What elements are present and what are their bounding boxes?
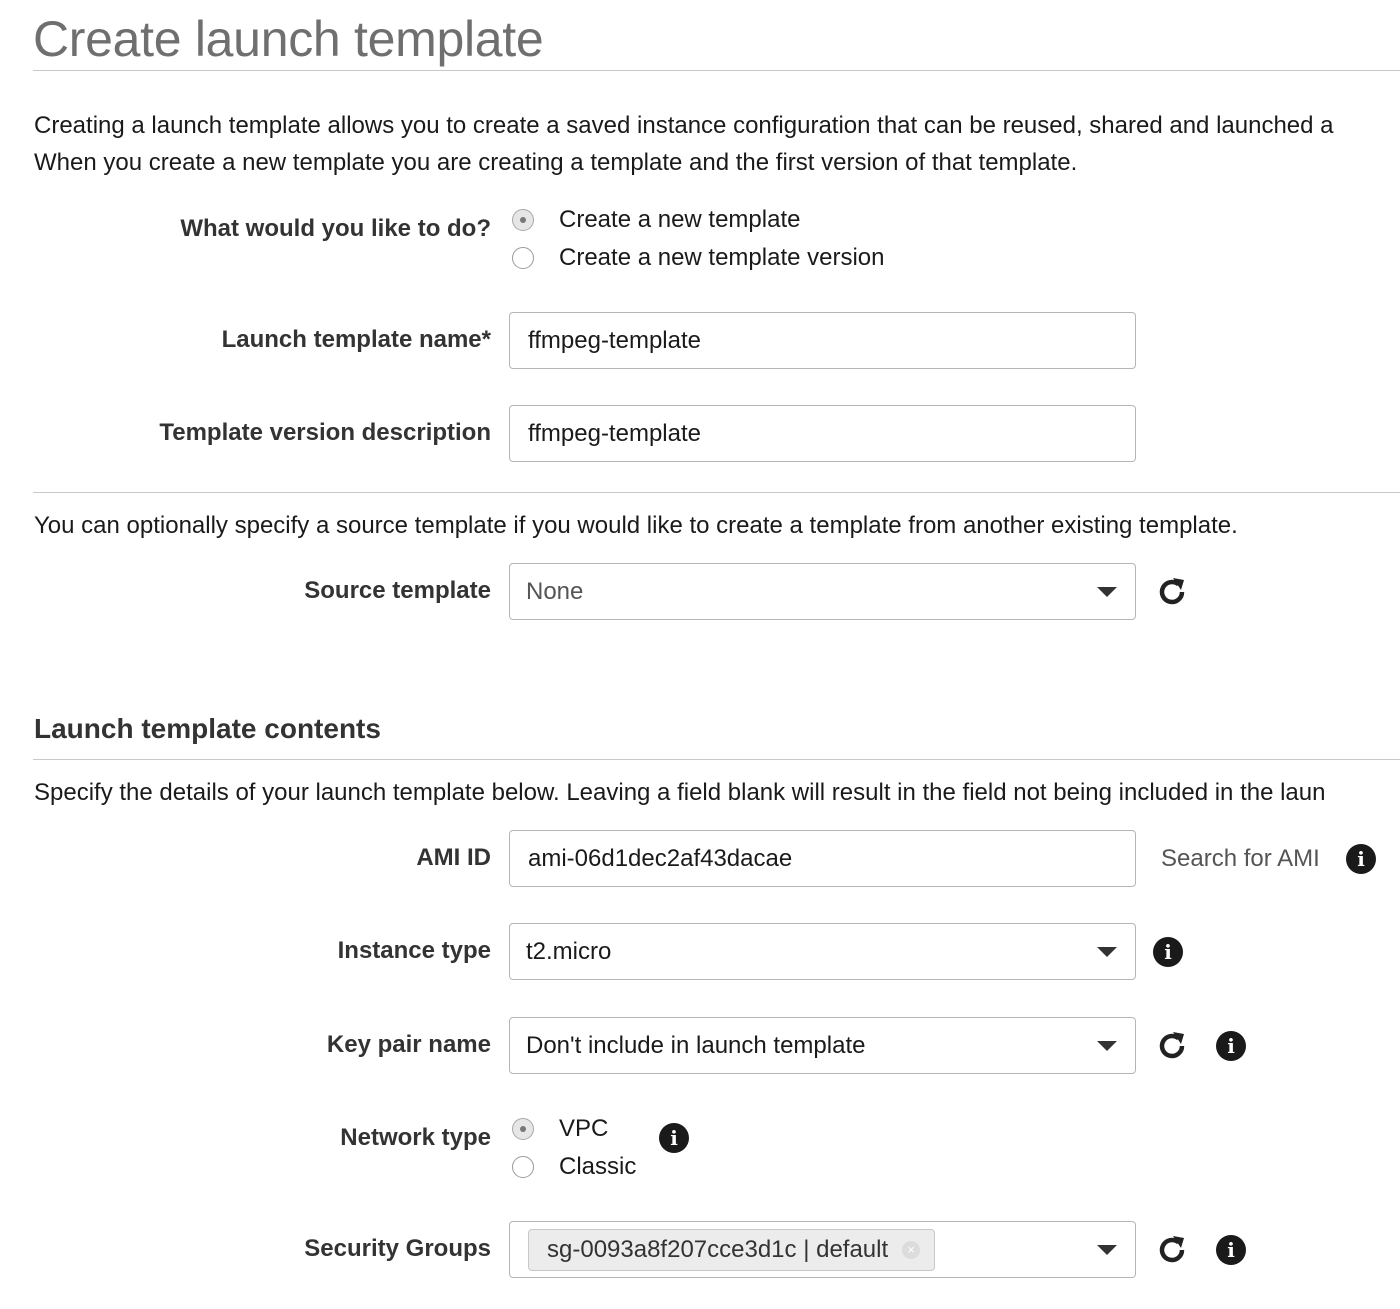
key-pair-value: Don't include in launch template (526, 1031, 866, 1059)
source-template-label: Source template (304, 577, 491, 604)
info-icon: i (659, 1123, 689, 1153)
ami-id-input[interactable]: ami-06d1dec2af43dacae (509, 830, 1136, 887)
info-icon: i (1346, 844, 1376, 874)
source-template-select[interactable]: None (509, 563, 1136, 620)
contents-divider (33, 759, 1400, 760)
radio-button[interactable] (512, 1156, 534, 1178)
template-name-value: ffmpeg-template (528, 326, 701, 354)
action-label: What would you like to do? (180, 215, 491, 242)
security-groups-token-area: sg-0093a8f207cce3d1c | default × (528, 1228, 1097, 1271)
contents-section-title: Launch template contents (34, 713, 381, 744)
security-group-token[interactable]: sg-0093a8f207cce3d1c | default × (528, 1228, 936, 1271)
refresh-key-pair-button[interactable] (1152, 1026, 1192, 1066)
key-pair-select[interactable]: Don't include in launch template (509, 1017, 1136, 1074)
chevron-down-icon (1097, 1040, 1117, 1051)
search-for-ami-link[interactable]: Search for AMI (1161, 845, 1320, 873)
instance-type-value: t2.micro (526, 937, 612, 965)
template-name-label: Launch template name* (221, 326, 491, 353)
ami-id-label: AMI ID (416, 844, 491, 871)
radio-button-checked[interactable] (512, 1118, 534, 1140)
security-groups-info-button[interactable]: i (1216, 1235, 1246, 1265)
ami-id-value: ami-06d1dec2af43dacae (528, 844, 793, 872)
refresh-icon (1159, 1032, 1185, 1059)
page-title: Create launch template (33, 11, 544, 67)
source-template-note: You can optionally specify a source temp… (34, 512, 1238, 539)
security-group-token-label: sg-0093a8f207cce3d1c | default (547, 1235, 889, 1263)
refresh-icon (1159, 578, 1185, 605)
version-description-label: Template version description (159, 419, 491, 446)
version-description-input[interactable]: ffmpeg-template (509, 405, 1136, 462)
instance-type-info-button[interactable]: i (1153, 937, 1183, 967)
refresh-icon (1159, 1236, 1185, 1263)
info-icon: i (1153, 937, 1183, 967)
network-type-label: Network type (340, 1124, 491, 1151)
source-template-value: None (526, 577, 584, 605)
instance-type-select[interactable]: t2.micro (509, 923, 1136, 980)
intro-text-line1: Creating a launch template allows you to… (34, 112, 1334, 139)
chevron-down-icon (1097, 946, 1117, 957)
radio-label: VPC (559, 1115, 609, 1142)
remove-token-icon[interactable]: × (902, 1240, 921, 1259)
refresh-security-groups-button[interactable] (1152, 1230, 1192, 1270)
version-description-value: ffmpeg-template (528, 419, 701, 447)
info-icon: i (1216, 1235, 1246, 1265)
radio-button-checked[interactable] (512, 209, 534, 231)
template-name-input[interactable]: ffmpeg-template (509, 312, 1136, 369)
security-groups-select[interactable]: sg-0093a8f207cce3d1c | default × (509, 1221, 1136, 1278)
info-icon: i (1216, 1031, 1246, 1061)
intro-text-line2: When you create a new template you are c… (34, 149, 1078, 176)
radio-label: Create a new template version (559, 244, 885, 271)
radio-network-vpc[interactable]: VPC (512, 1112, 608, 1146)
title-divider (33, 70, 1400, 71)
refresh-source-template-button[interactable] (1152, 572, 1192, 612)
chevron-down-icon (1097, 586, 1117, 597)
radio-network-classic[interactable]: Classic (512, 1150, 636, 1184)
radio-create-new-template-version[interactable]: Create a new template version (512, 241, 885, 275)
radio-label: Classic (559, 1153, 637, 1180)
radio-label: Create a new template (559, 206, 801, 233)
chevron-down-icon (1097, 1244, 1117, 1255)
security-groups-label: Security Groups (304, 1235, 491, 1262)
radio-button[interactable] (512, 247, 534, 269)
network-type-info-button[interactable]: i (659, 1123, 689, 1153)
instance-type-label: Instance type (337, 937, 491, 964)
radio-create-new-template[interactable]: Create a new template (512, 203, 800, 237)
contents-note: Specify the details of your launch templ… (34, 779, 1326, 806)
key-pair-info-button[interactable]: i (1216, 1031, 1246, 1061)
section-divider (33, 492, 1400, 493)
key-pair-label: Key pair name (326, 1031, 491, 1058)
ami-info-button[interactable]: i (1346, 844, 1376, 874)
